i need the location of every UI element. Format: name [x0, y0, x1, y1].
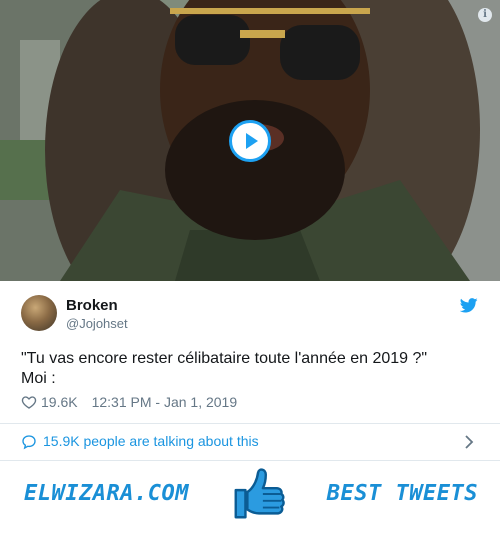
tweet-embed: i Broken @Jojohset "Tu vas encore rester… — [0, 0, 500, 533]
user-name[interactable]: Broken — [66, 297, 118, 314]
tweet-text-line: Moi : — [21, 370, 56, 387]
play-button[interactable] — [229, 120, 271, 162]
chevron-right-icon — [465, 435, 474, 449]
comment-icon — [22, 435, 36, 450]
conversation-count: 15.9K people are talking about this — [43, 433, 259, 449]
avatar[interactable] — [21, 295, 57, 331]
conversation-link[interactable]: 15.9K people are talking about this — [0, 423, 500, 460]
footer-banner: ELWIZARA.COM BEST TWEETS — [0, 461, 500, 529]
timestamp[interactable]: 12:31 PM - Jan 1, 2019 — [92, 394, 238, 410]
thumbs-up-icon — [234, 468, 285, 519]
site-name[interactable]: ELWIZARA.COM — [24, 481, 189, 506]
user-handle[interactable]: @Jojohset — [66, 316, 128, 331]
twitter-bird-icon[interactable] — [460, 298, 478, 313]
tweet-text-line: "Tu vas encore rester célibataire toute … — [21, 350, 428, 367]
section-label: BEST TWEETS — [326, 481, 478, 506]
heart-icon[interactable] — [21, 394, 37, 410]
tweet-meta: 19.6K 12:31 PM - Jan 1, 2019 — [21, 394, 237, 410]
play-icon — [246, 133, 258, 149]
like-count[interactable]: 19.6K — [41, 394, 78, 410]
video-thumbnail[interactable]: i — [0, 0, 500, 281]
tweet-text: "Tu vas encore rester célibataire toute … — [21, 349, 481, 389]
info-icon[interactable]: i — [478, 8, 492, 22]
